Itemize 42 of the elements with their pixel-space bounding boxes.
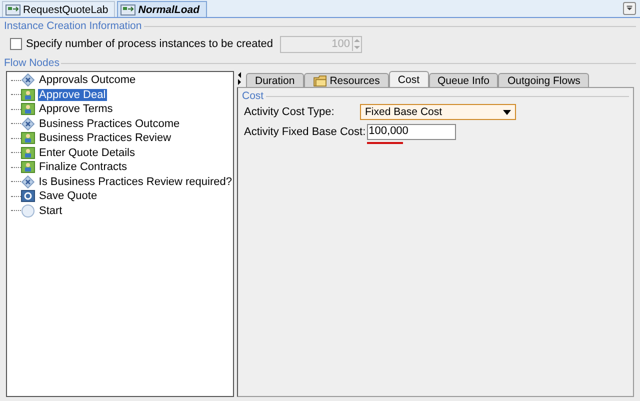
person-icon (21, 102, 35, 116)
dropdown-arrow-icon (503, 110, 511, 114)
property-tab[interactable]: Queue Info (428, 73, 498, 87)
tree-item[interactable]: Approvals Outcome (38, 74, 137, 86)
diamond-icon (20, 174, 35, 189)
checkbox-label: Specify number of process instances to be created (26, 38, 274, 50)
group-title: Instance Creation Information (4, 20, 143, 32)
tree-item[interactable]: Save Quote (38, 190, 98, 202)
tree-item[interactable]: Business Practices Outcome (38, 118, 181, 130)
tree-item[interactable]: Start (38, 204, 64, 217)
person-icon (21, 88, 35, 102)
person-icon (21, 146, 35, 160)
tree-item[interactable]: Approve Terms (38, 103, 114, 116)
person-icon (21, 160, 35, 174)
tree-item[interactable]: Enter Quote Details (38, 146, 136, 159)
cost-type-dropdown[interactable]: Fixed Base Cost (360, 104, 516, 120)
field-label: Activity Cost Type: (244, 106, 336, 118)
tree-item[interactable]: Approve Deal (38, 88, 107, 101)
process-icon (120, 4, 136, 16)
tree-item[interactable]: Business Practices Review (38, 132, 172, 144)
editor-tab[interactable]: NormalLoad (117, 1, 206, 17)
property-tab[interactable]: Cost (388, 71, 428, 87)
diamond-icon (21, 116, 35, 131)
circle-icon (21, 204, 35, 218)
diamond-icon (21, 73, 35, 88)
folder-icon (312, 74, 328, 86)
property-tab[interactable]: Outgoing Flows (498, 73, 590, 87)
person-icon (21, 131, 35, 146)
property-tab[interactable]: Resources (304, 73, 389, 87)
group-title: Flow Nodes (4, 57, 60, 69)
field-label: Activity Fixed Base Cost: (244, 126, 366, 138)
tree-item[interactable]: Finalize Contracts (38, 161, 128, 174)
dropdown-icon (625, 4, 634, 13)
highlight-underline (366, 142, 403, 144)
property-tab[interactable]: Duration (246, 73, 304, 87)
group-title: Cost (242, 90, 265, 102)
tab-list-button[interactable] (623, 2, 636, 15)
input-field[interactable]: 100,000 (366, 124, 456, 140)
scroll-arrows-icon[interactable] (237, 71, 242, 85)
tree-item[interactable]: Is Business Practices Review required? (38, 176, 233, 188)
process-icon (5, 4, 21, 16)
editor-tab[interactable]: RequestQuoteLab (2, 1, 116, 17)
